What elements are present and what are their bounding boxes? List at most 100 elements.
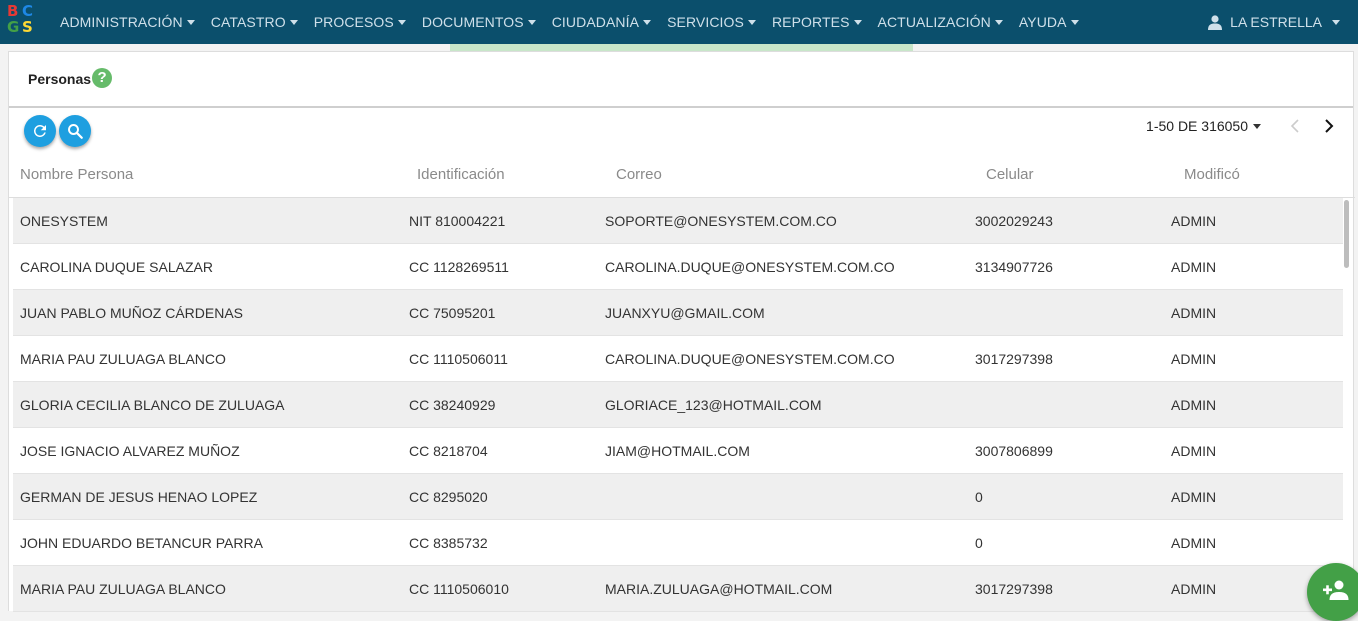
caret-down-icon bbox=[186, 19, 195, 25]
caret-down-icon bbox=[289, 19, 298, 25]
table-header: Nombre Persona Identificación Correo Cel… bbox=[9, 152, 1355, 198]
cell-modifico: ADMIN bbox=[1171, 213, 1217, 229]
menu-ayuda[interactable]: AYUDA bbox=[1011, 14, 1087, 30]
next-page-button[interactable] bbox=[1317, 114, 1341, 138]
logo-letter-s: S bbox=[22, 18, 33, 36]
cell-celular: 3007806899 bbox=[975, 443, 1053, 459]
table-row[interactable]: GERMAN DE JESUS HENAO LOPEZ CC 8295020 0… bbox=[13, 474, 1343, 520]
cell-modifico: ADMIN bbox=[1171, 351, 1217, 367]
cell-correo: CAROLINA.DUQUE@ONESYSTEM.COM.CO bbox=[605, 351, 895, 367]
cell-identificacion: NIT 810004221 bbox=[409, 213, 506, 229]
menu-actualizacion[interactable]: ACTUALIZACIÓN bbox=[870, 14, 1011, 30]
cell-identificacion: CC 8295020 bbox=[409, 489, 488, 505]
logo-letter-g: G bbox=[7, 18, 20, 36]
cell-correo: JUANXYU@GMAIL.COM bbox=[605, 305, 765, 321]
logo-letter-b: B bbox=[7, 2, 19, 20]
menu-ciudadania[interactable]: CIUDADANÍA bbox=[544, 14, 659, 30]
menu-servicios[interactable]: SERVICIOS bbox=[659, 14, 764, 30]
scrollbar-thumb[interactable] bbox=[1344, 200, 1349, 268]
page-title: Personas bbox=[28, 71, 92, 87]
cell-nombre: GLORIA CECILIA BLANCO DE ZULUAGA bbox=[20, 397, 285, 413]
cell-nombre: MARIA PAU ZULUAGA BLANCO bbox=[20, 351, 226, 367]
menu-label: ACTUALIZACIÓN bbox=[877, 14, 991, 30]
table-body: ONESYSTEM NIT 810004221 SOPORTE@ONESYSTE… bbox=[13, 198, 1343, 612]
column-header-identificacion[interactable]: Identificación bbox=[417, 166, 505, 183]
table-row[interactable]: GLORIA CECILIA BLANCO DE ZULUAGA CC 3824… bbox=[13, 382, 1343, 428]
menu-label: AYUDA bbox=[1018, 14, 1067, 30]
user-label: LA ESTRELLA bbox=[1230, 14, 1322, 30]
column-header-modifico[interactable]: Modificó bbox=[1184, 166, 1240, 183]
table-row[interactable]: JOHN EDUARDO BETANCUR PARRA CC 8385732 0… bbox=[13, 520, 1343, 566]
caret-down-icon bbox=[397, 19, 406, 25]
cell-celular: 0 bbox=[975, 535, 983, 551]
page-size-dropdown[interactable]: 1-50 DE 316050 bbox=[1146, 118, 1261, 134]
cell-modifico: ADMIN bbox=[1171, 581, 1217, 597]
cell-modifico: ADMIN bbox=[1171, 259, 1217, 275]
chevron-left-icon bbox=[1290, 119, 1299, 133]
help-icon[interactable]: ? bbox=[92, 67, 113, 88]
caret-down-icon bbox=[1253, 123, 1261, 129]
logo-letter-c: C bbox=[22, 2, 34, 20]
loading-strip bbox=[450, 44, 913, 51]
cell-identificacion: CC 75095201 bbox=[409, 305, 496, 321]
menu-label: DOCUMENTOS bbox=[421, 14, 524, 30]
pagination: 1-50 DE 316050 bbox=[1146, 114, 1341, 138]
add-person-icon bbox=[1323, 580, 1349, 600]
cell-nombre: JUAN PABLO MUÑOZ CÁRDENAS bbox=[20, 305, 243, 321]
menu-label: PROCESOS bbox=[313, 14, 394, 30]
cell-identificacion: CC 38240929 bbox=[409, 397, 496, 413]
refresh-button[interactable] bbox=[24, 115, 56, 147]
table-row[interactable]: MARIA PAU ZULUAGA BLANCO CC 1110506011 C… bbox=[13, 336, 1343, 382]
menu-procesos[interactable]: PROCESOS bbox=[306, 14, 414, 30]
top-navbar: B C G S ADMINISTRACIÓN CATASTRO PROCESOS… bbox=[0, 0, 1358, 44]
menu-label: ADMINISTRACIÓN bbox=[60, 14, 183, 30]
personas-card: Personas ? 1-50 DE 316050 Nombre Persona… bbox=[8, 51, 1355, 612]
cell-correo: MARIA.ZULUAGA@HOTMAIL.COM bbox=[605, 581, 833, 597]
menu-label: CIUDADANÍA bbox=[551, 14, 640, 30]
table-row[interactable]: ONESYSTEM NIT 810004221 SOPORTE@ONESYSTE… bbox=[13, 198, 1343, 244]
cell-modifico: ADMIN bbox=[1171, 535, 1217, 551]
cell-celular: 0 bbox=[975, 489, 983, 505]
menu-reportes[interactable]: REPORTES bbox=[764, 14, 870, 30]
cell-nombre: JOHN EDUARDO BETANCUR PARRA bbox=[20, 535, 263, 551]
cell-identificacion: CC 1110506010 bbox=[409, 581, 509, 597]
cell-identificacion: CC 1110506011 bbox=[409, 351, 508, 367]
page-range-label: 1-50 DE 316050 bbox=[1146, 118, 1248, 134]
table-row[interactable]: MARIA PAU ZULUAGA BLANCO CC 1110506010 M… bbox=[13, 566, 1343, 612]
caret-down-icon bbox=[1070, 19, 1079, 25]
card-header: Personas ? bbox=[9, 52, 1353, 108]
cell-nombre: MARIA PAU ZULUAGA BLANCO bbox=[20, 581, 226, 597]
app-logo[interactable]: B C G S bbox=[6, 3, 38, 39]
menu-label: REPORTES bbox=[771, 14, 850, 30]
add-person-button[interactable] bbox=[1307, 563, 1358, 621]
refresh-icon bbox=[33, 124, 46, 137]
search-button[interactable] bbox=[59, 115, 91, 147]
cell-modifico: ADMIN bbox=[1171, 443, 1217, 459]
table-row[interactable]: JOSE IGNACIO ALVAREZ MUÑOZ CC 8218704 JI… bbox=[13, 428, 1343, 474]
menu-documentos[interactable]: DOCUMENTOS bbox=[414, 14, 544, 30]
menu-label: SERVICIOS bbox=[667, 14, 744, 30]
caret-down-icon bbox=[747, 19, 756, 25]
table-row[interactable]: CAROLINA DUQUE SALAZAR CC 1128269511 CAR… bbox=[13, 244, 1343, 290]
table-scrollbar[interactable] bbox=[1343, 198, 1351, 612]
cell-nombre: CAROLINA DUQUE SALAZAR bbox=[20, 259, 213, 275]
cell-celular: 3002029243 bbox=[975, 213, 1053, 229]
cell-correo: SOPORTE@ONESYSTEM.COM.CO bbox=[605, 213, 837, 229]
caret-down-icon bbox=[643, 19, 652, 25]
search-icon bbox=[68, 124, 83, 139]
cell-celular: 3017297398 bbox=[975, 351, 1053, 367]
prev-page-button[interactable] bbox=[1283, 114, 1307, 138]
table-row[interactable]: JUAN PABLO MUÑOZ CÁRDENAS CC 75095201 JU… bbox=[13, 290, 1343, 336]
caret-down-icon bbox=[853, 19, 862, 25]
menu-catastro[interactable]: CATASTRO bbox=[203, 14, 306, 30]
menu-administracion[interactable]: ADMINISTRACIÓN bbox=[52, 14, 203, 30]
column-header-correo[interactable]: Correo bbox=[616, 166, 662, 183]
caret-down-icon bbox=[1332, 19, 1340, 25]
cell-nombre: GERMAN DE JESUS HENAO LOPEZ bbox=[20, 489, 258, 505]
column-header-nombre[interactable]: Nombre Persona bbox=[20, 166, 133, 183]
user-menu[interactable]: LA ESTRELLA bbox=[1208, 0, 1340, 44]
caret-down-icon bbox=[994, 19, 1003, 25]
column-header-celular[interactable]: Celular bbox=[986, 166, 1034, 183]
menu-label: CATASTRO bbox=[210, 14, 286, 30]
user-icon bbox=[1208, 14, 1223, 30]
